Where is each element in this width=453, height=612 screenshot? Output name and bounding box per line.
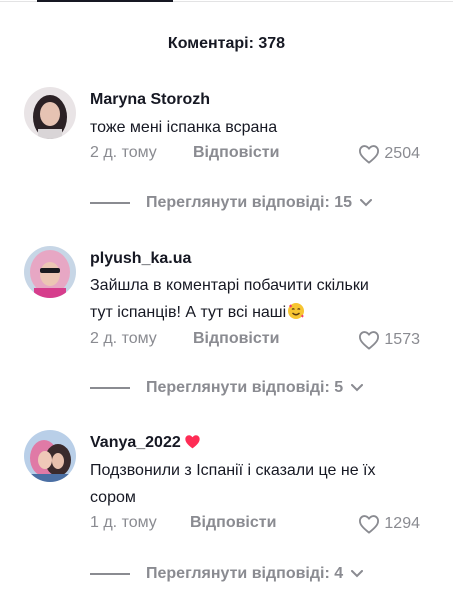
like-count: 1573: [384, 331, 420, 348]
comments-count-title: Коментарі: 378: [167, 35, 286, 52]
reply-button[interactable]: Відповісти: [190, 514, 276, 532]
comment-text-line: Подзвонили з Іспанії і сказали це не їх: [90, 462, 376, 479]
user-avatar[interactable]: [24, 430, 76, 482]
replies-divider: [90, 573, 130, 575]
view-replies-label: Переглянути відповіді: 4: [146, 565, 344, 582]
like-count: 2504: [384, 145, 420, 162]
chevron-down-icon: [351, 570, 364, 578]
comment-meta: 1 д. тому Відповісти 1294: [90, 514, 420, 536]
user-avatar[interactable]: [24, 87, 76, 139]
comment-username[interactable]: Maryna Storozh: [90, 91, 210, 109]
comment-text-line: Зайшла в коментарі побачити скільки: [90, 277, 369, 294]
comment-username-text: Vanya_2022: [90, 434, 181, 451]
reply-button[interactable]: Відповісти: [193, 330, 279, 348]
view-replies-label: Переглянути відповіді: 5: [146, 379, 344, 396]
like-button[interactable]: 2504: [358, 144, 420, 164]
comment-text-line-content: тут іспанців! А тут всі наші: [90, 304, 287, 321]
active-tab-underline: [37, 0, 173, 2]
comment-username[interactable]: Vanya_2022: [90, 434, 201, 454]
heart-emoji-icon: [184, 434, 201, 454]
view-replies-button[interactable]: Переглянути відповіді: 4: [90, 563, 364, 585]
comment-text: Зайшла в коментарі побачити скільки тут …: [90, 272, 430, 329]
view-replies-button[interactable]: Переглянути відповіді: 15: [90, 192, 373, 214]
view-replies-button[interactable]: Переглянути відповіді: 5: [90, 377, 364, 399]
comment-meta: 2 д. тому Відповісти 2504: [90, 144, 420, 166]
chevron-down-icon: [351, 384, 364, 392]
replies-divider: [90, 387, 130, 389]
user-avatar[interactable]: [24, 246, 76, 298]
comment-time: 2 д. тому: [90, 330, 157, 347]
comment-time: 1 д. тому: [90, 514, 157, 531]
smiling-face-with-hearts-icon: [287, 302, 305, 329]
heart-outline-icon: [359, 331, 380, 350]
comment-text-line: тоже мені іспанка всрана: [90, 119, 278, 136]
comment-text: тоже мені іспанка всрана: [90, 114, 430, 141]
reply-button[interactable]: Відповісти: [193, 144, 279, 162]
like-button[interactable]: 1294: [358, 514, 420, 534]
tab-indicator: [0, 0, 453, 4]
comment-username[interactable]: plyush_ka.ua: [90, 250, 191, 268]
comment-text-line: сором: [90, 489, 136, 506]
like-button[interactable]: 1573: [358, 330, 420, 350]
comment-text-line: тут іспанців! А тут всі наші: [90, 299, 430, 329]
comment-text: Подзвонили з Іспанії і сказали це не їх …: [90, 457, 430, 511]
comment-time: 2 д. тому: [90, 144, 157, 161]
like-count: 1294: [384, 515, 420, 532]
heart-outline-icon: [359, 515, 380, 534]
view-replies-label: Переглянути відповіді: 15: [146, 194, 353, 211]
heart-outline-icon: [359, 145, 380, 164]
comment-meta: 2 д. тому Відповісти 1573: [90, 330, 420, 352]
chevron-down-icon: [360, 199, 373, 207]
replies-divider: [90, 202, 130, 204]
